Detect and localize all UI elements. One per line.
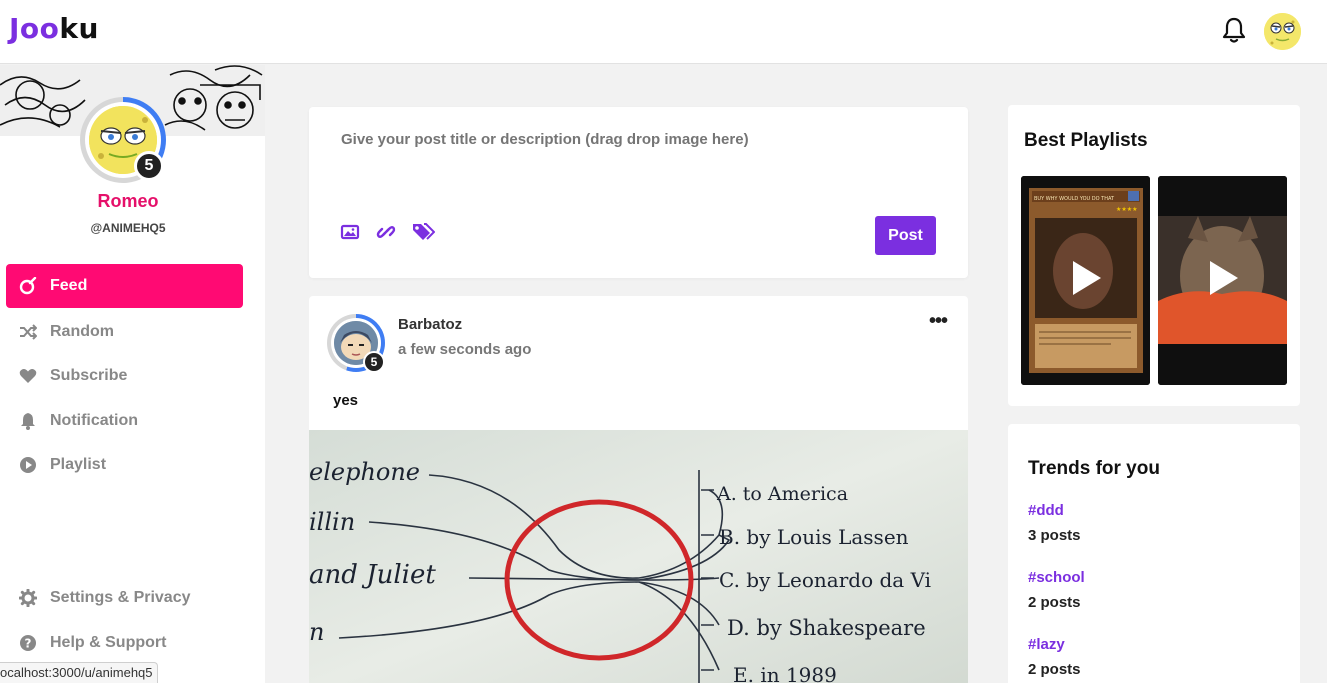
svg-text:★★★★: ★★★★ [1116, 206, 1138, 213]
feed-icon [18, 276, 38, 296]
post-image[interactable]: elephone illin and Juliet n A. to Americ… [309, 430, 968, 683]
sidebar-item-random[interactable]: Random [6, 310, 243, 354]
trend-tag[interactable]: #school [1028, 569, 1085, 586]
user-avatar-icon[interactable] [1264, 13, 1301, 50]
sidebar-item-label: Feed [50, 277, 88, 294]
question-icon: ? [18, 633, 38, 653]
trends-title: Trends for you [1028, 458, 1160, 479]
app-logo[interactable]: Jooku [9, 12, 99, 45]
play-icon [1210, 261, 1238, 295]
notification-bell-icon[interactable] [1221, 16, 1247, 44]
playlist-thumbnail-2[interactable] [1158, 176, 1287, 385]
post-more-options-icon[interactable]: ••• [929, 310, 948, 333]
logo-text-part2: ku [59, 12, 99, 45]
best-playlists-title: Best Playlists [1024, 130, 1148, 151]
top-bar: Jooku [0, 0, 1327, 64]
playlist-thumbnail-1[interactable]: BUY WHY WOULD YOU DO THAT ★★★★ [1021, 176, 1150, 385]
sidebar-item-label: Notification [50, 412, 138, 429]
profile-name[interactable]: Romeo [0, 191, 256, 212]
play-circle-icon [18, 455, 38, 475]
svg-text:?: ? [25, 637, 32, 651]
sidebar-item-notification[interactable]: Notification [6, 399, 243, 443]
sidebar-item-label: Playlist [50, 456, 107, 473]
image-text-right-3: D. by Shakespeare [727, 616, 926, 640]
shuffle-icon [18, 322, 38, 342]
heart-icon [18, 366, 38, 386]
image-text-left-1: illin [309, 508, 355, 536]
sidebar-item-label: Settings & Privacy [50, 589, 191, 606]
playlist-card-title: BUY WHY WOULD YOU DO THAT [1034, 196, 1115, 202]
image-text-right-1: B. by Louis Lassen [719, 525, 909, 549]
sidebar-item-help[interactable]: ? Help & Support [6, 621, 243, 665]
post-author-level-badge: 5 [363, 351, 385, 373]
sidebar-item-feed[interactable]: Feed [6, 264, 243, 308]
sidebar-item-label: Random [50, 323, 114, 340]
image-text-left-0: elephone [309, 458, 420, 486]
bell-icon [18, 411, 38, 431]
sidebar-item-subscribe[interactable]: Subscribe [6, 354, 243, 398]
post-author-name[interactable]: Barbatoz [398, 316, 462, 333]
post-composer: Post [309, 107, 968, 278]
post-button[interactable]: Post [875, 216, 936, 255]
image-icon[interactable] [339, 221, 361, 243]
image-text-left-3: n [309, 618, 324, 646]
link-icon[interactable] [375, 221, 397, 243]
feed-post: 5 Barbatoz a few seconds ago ••• yes ele… [309, 296, 968, 683]
sidebar-item-playlist[interactable]: Playlist [6, 443, 243, 487]
image-text-right-4: E. in 1989 [733, 663, 837, 683]
image-text-left-2: and Juliet [309, 560, 436, 590]
logo-text-part1: Joo [9, 12, 60, 45]
status-bar-url: ocalhost:3000/u/animehq5 [0, 662, 158, 683]
profile-level-badge: 5 [134, 151, 164, 181]
trend-count: 2 posts [1028, 661, 1081, 678]
post-text: yes [333, 392, 359, 409]
gear-icon [18, 588, 38, 608]
sidebar-item-label: Help & Support [50, 634, 167, 651]
post-timestamp: a few seconds ago [398, 341, 532, 358]
trend-count: 3 posts [1028, 527, 1081, 544]
sidebar-item-label: Subscribe [50, 367, 128, 384]
image-text-right-0: A. to America [716, 483, 848, 505]
image-text-right-2: C. by Leonardo da Vi [719, 568, 931, 592]
tags-icon[interactable] [411, 221, 436, 243]
play-icon [1073, 261, 1101, 295]
trend-tag[interactable]: #ddd [1028, 502, 1064, 519]
sidebar-item-settings[interactable]: Settings & Privacy [6, 576, 243, 620]
left-sidebar: 5 Romeo @ANIMEHQ5 Feed Random Subscribe … [0, 65, 265, 683]
trend-tag[interactable]: #lazy [1028, 636, 1065, 653]
profile-handle: @ANIMEHQ5 [90, 221, 166, 235]
post-composer-input[interactable] [341, 131, 921, 148]
trend-count: 2 posts [1028, 594, 1081, 611]
